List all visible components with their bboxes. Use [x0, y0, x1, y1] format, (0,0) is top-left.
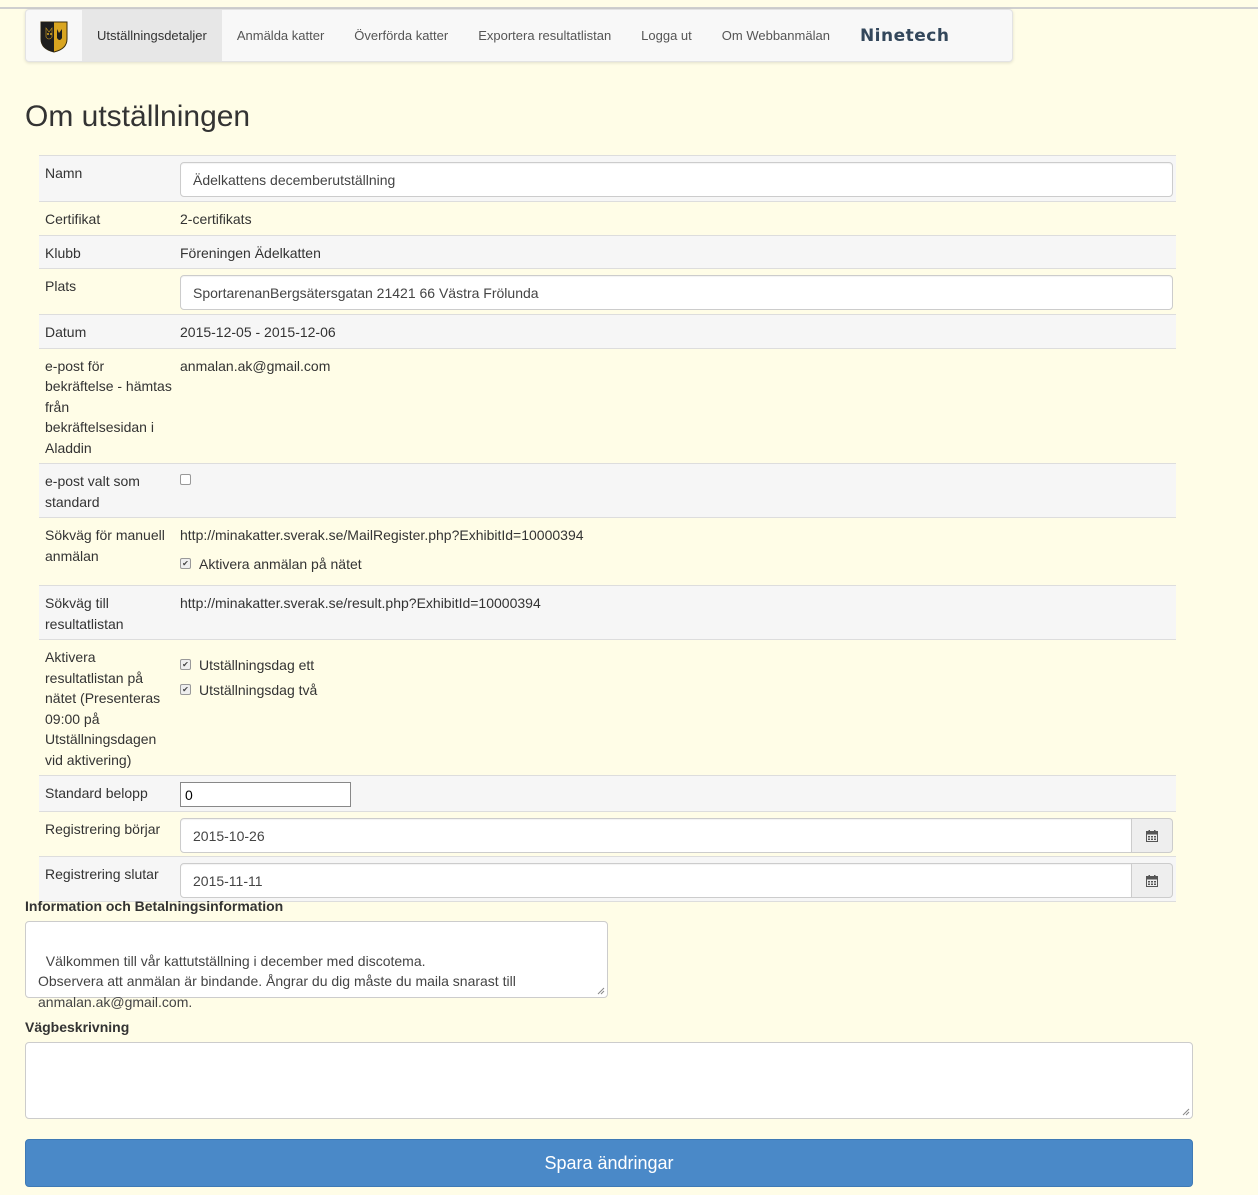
reg-slutar-calendar-button[interactable] [1132, 863, 1173, 898]
reg-borjar-input[interactable] [180, 818, 1132, 853]
klubb-value: Föreningen Ädelkatten [174, 235, 1176, 269]
save-button[interactable]: Spara ändringar [25, 1139, 1193, 1187]
aktivera-anmalan-label: Aktivera anmälan på nätet [199, 555, 362, 572]
reg-borjar-calendar-button[interactable] [1132, 818, 1173, 853]
nav-logga-ut[interactable]: Logga ut [626, 10, 707, 61]
plats-label: Plats [39, 268, 174, 315]
row-reg-slutar: Registrering slutar [39, 856, 1176, 902]
row-epost-standard: e-post valt som standard [39, 463, 1176, 518]
navbar: Utställningsdetaljer Anmälda katter Över… [25, 9, 1013, 62]
row-epost: e-post för bekräftelse - hämtas från bek… [39, 348, 1176, 464]
dag-tva-label: Utställningsdag två [199, 681, 318, 698]
info-text: Välkommen till vår kattutställning i dec… [38, 952, 516, 1010]
nav-utstallningsdetaljer[interactable]: Utställningsdetaljer [82, 10, 222, 61]
dag-ett-checkbox[interactable]: ✔ [180, 659, 191, 670]
resize-grip-icon[interactable] [597, 987, 605, 995]
namn-label: Namn [39, 155, 174, 202]
details-table: Namn Certifikat 2-certifikats Klubb Före… [39, 155, 1176, 902]
nav-exportera-resultatlistan[interactable]: Exportera resultatlistan [463, 10, 626, 61]
reg-slutar-date-group [180, 863, 1173, 898]
info-label: Information och Betalningsinformation [25, 898, 284, 914]
row-plats: Plats [39, 268, 1176, 315]
club-logo[interactable] [26, 10, 82, 61]
dag-tva-checkbox[interactable]: ✔ [180, 684, 191, 695]
sokvag-resultat-value: http://minakatter.sverak.se/result.php?E… [174, 585, 1176, 640]
nav-overforda-katter[interactable]: Överförda katter [339, 10, 463, 61]
brand-logo: Ninetech [859, 25, 950, 46]
sokvag-resultat-label: Sökväg till resultatlistan [39, 585, 174, 640]
datum-value: 2015-12-05 - 2015-12-06 [174, 314, 1176, 349]
row-certifikat: Certifikat 2-certifikats [39, 201, 1176, 236]
row-klubb: Klubb Föreningen Ädelkatten [39, 235, 1176, 269]
row-belopp: Standard belopp [39, 775, 1176, 812]
namn-input[interactable] [180, 162, 1173, 197]
sokvag-manuell-value: http://minakatter.sverak.se/MailRegister… [180, 527, 584, 543]
epost-value: anmalan.ak@gmail.com [174, 348, 1176, 464]
reg-slutar-label: Registrering slutar [39, 856, 174, 902]
calendar-icon [1146, 829, 1158, 842]
row-sokvag-manuell: Sökväg för manuell anmälan http://minaka… [39, 517, 1176, 586]
belopp-input[interactable] [180, 782, 351, 807]
aktivera-resultat-label: Aktivera resultatlistan på nätet (Presen… [39, 639, 174, 776]
row-datum: Datum 2015-12-05 - 2015-12-06 [39, 314, 1176, 349]
plats-input[interactable] [180, 275, 1173, 310]
resize-grip-icon[interactable] [1182, 1108, 1190, 1116]
calendar-icon [1146, 874, 1158, 887]
dag-ett-label: Utställningsdag ett [199, 656, 315, 673]
sokvag-manuell-label: Sökväg för manuell anmälan [39, 517, 174, 586]
row-sokvag-resultat: Sökväg till resultatlistan http://minaka… [39, 585, 1176, 640]
reg-borjar-label: Registrering börjar [39, 811, 174, 857]
directions-textarea[interactable] [25, 1042, 1193, 1119]
nav-anmalda-katter[interactable]: Anmälda katter [222, 10, 339, 61]
row-aktivera-resultat: Aktivera resultatlistan på nätet (Presen… [39, 639, 1176, 776]
aktivera-anmalan-checkbox[interactable]: ✔ [180, 558, 191, 569]
reg-borjar-date-group [180, 818, 1173, 853]
directions-label: Vägbeskrivning [25, 1019, 130, 1035]
nav-om-webbanmalan[interactable]: Om Webbanmälan [707, 10, 845, 61]
info-textarea[interactable]: Välkommen till vår kattutställning i dec… [25, 921, 608, 1010]
row-reg-borjar: Registrering börjar [39, 811, 1176, 857]
page-title: Om utställningen [25, 100, 251, 133]
row-namn: Namn [39, 155, 1176, 202]
epost-standard-checkbox[interactable] [180, 473, 191, 485]
datum-label: Datum [39, 314, 174, 349]
epost-standard-label: e-post valt som standard [39, 463, 174, 518]
klubb-label: Klubb [39, 235, 174, 269]
reg-slutar-input[interactable] [180, 863, 1132, 898]
certifikat-value: 2-certifikats [174, 201, 1176, 236]
belopp-label: Standard belopp [39, 775, 174, 812]
epost-label: e-post för bekräftelse - hämtas från bek… [39, 348, 174, 464]
certifikat-label: Certifikat [39, 201, 174, 236]
